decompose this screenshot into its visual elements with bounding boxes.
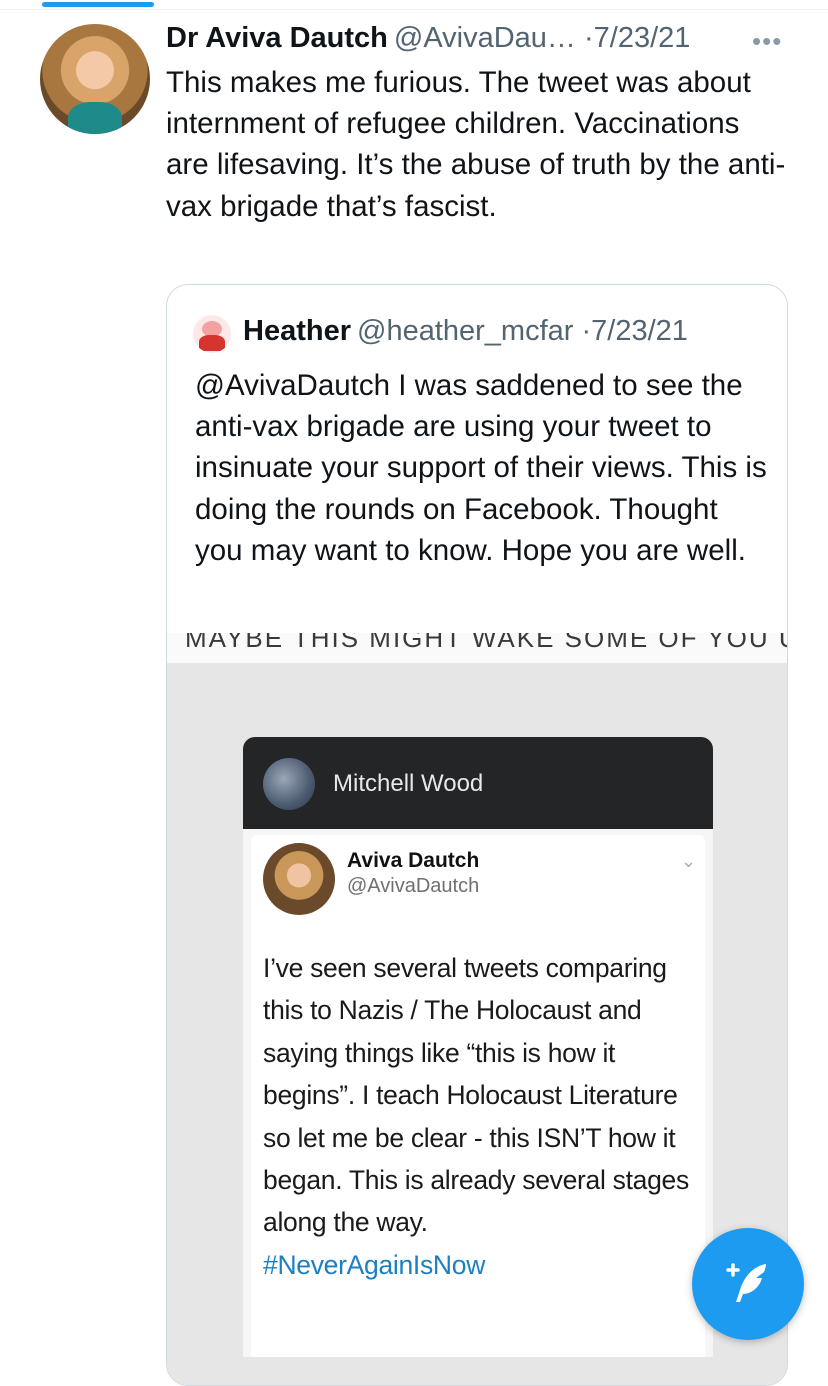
author-handle[interactable]: @AvivaDau… ·7/23/21 [394, 22, 691, 54]
quote-handle-text: @heather_mcfar [357, 315, 574, 347]
divider [0, 9, 828, 10]
fb-post-header: Mitchell Wood [243, 737, 713, 829]
separator: · [581, 315, 592, 347]
tab-indicator [42, 2, 154, 7]
tweet-date[interactable]: 7/23/21 [594, 22, 691, 54]
facebook-post-screenshot: Mitchell Wood Aviva Dautch @AvivaDautch … [243, 737, 713, 1357]
compose-tweet-icon [726, 1263, 766, 1302]
separator: · [583, 22, 594, 54]
author-handle-text: @AvivaDau… [393, 22, 576, 54]
fb-author-avatar [263, 758, 315, 810]
quote-header: Heather @heather_mcfar ·7/23/21 [243, 311, 688, 351]
media-caption: MAYBE THIS MIGHT WAKE SOME OF YOU UP! [185, 633, 787, 653]
quote-handle: @heather_mcfar ·7/23/21 [357, 315, 688, 347]
quote-display-name: Heather [243, 315, 351, 347]
author-display-name[interactable]: Dr Aviva Dautch [166, 22, 388, 54]
tweet-text: This makes me furious. The tweet was abo… [166, 66, 786, 223]
quote-date: 7/23/21 [591, 315, 688, 347]
embedded-tweet-body: I’ve seen several tweets comparing this … [263, 953, 689, 1238]
quoted-tweet-card[interactable]: Heather @heather_mcfar ·7/23/21 @AvivaDau… [166, 284, 788, 1386]
embedded-tweet-handle: @AvivaDautch [347, 875, 480, 897]
media-caption-strip: MAYBE THIS MIGHT WAKE SOME OF YOU UP! [167, 633, 787, 664]
embedded-tweet-text: I’ve seen several tweets comparing this … [263, 947, 699, 1286]
embedded-tweet: Aviva Dautch @AvivaDautch ⌄ I’ve seen se… [251, 835, 705, 1357]
author-avatar[interactable] [40, 24, 150, 134]
embedded-tweet-hashtag: #NeverAgainIsNow [263, 1249, 486, 1280]
fb-author-name: Mitchell Wood [333, 770, 484, 797]
more-dots-icon[interactable]: ••• [752, 26, 782, 57]
quote-text: @AvivaDautch I was saddened to see the a… [195, 369, 767, 567]
tweet-header: Dr Aviva Dautch @AvivaDau… ·7/23/21 [166, 18, 806, 58]
chevron-down-icon: ⌄ [681, 851, 697, 871]
compose-tweet-button[interactable] [692, 1228, 804, 1340]
embedded-tweet-avatar [263, 843, 335, 915]
embedded-tweet-name: Aviva Dautch [347, 849, 480, 872]
quote-author-avatar [193, 315, 231, 353]
